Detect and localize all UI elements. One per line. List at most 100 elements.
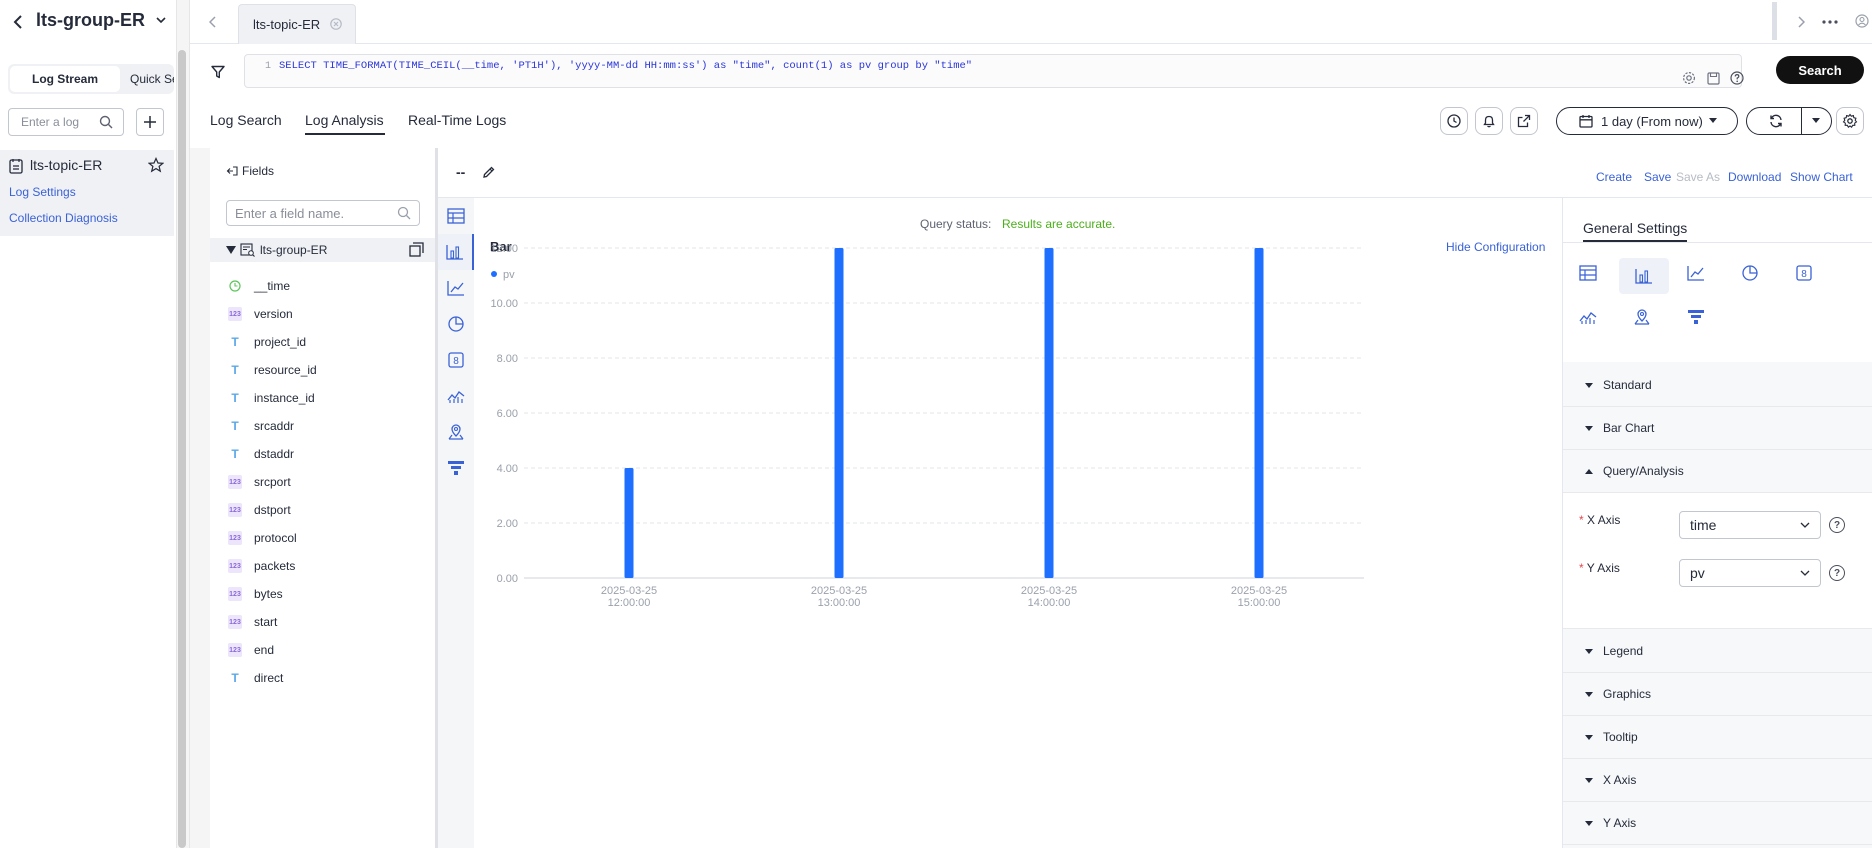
config-type-table[interactable] <box>1573 258 1603 288</box>
field-item[interactable]: __time <box>228 272 428 300</box>
copy-icon[interactable] <box>409 242 424 260</box>
log-search-field[interactable]: Enter a log <box>8 108 124 136</box>
y-tick-label: 8.00 <box>497 353 518 365</box>
field-item[interactable]: 123 bytes <box>228 580 428 608</box>
query-settings-icon[interactable] <box>1681 70 1697 86</box>
field-name: dstport <box>254 503 291 517</box>
map-chart-type[interactable] <box>438 414 474 450</box>
tab-bar-scrollbar[interactable] <box>1772 2 1777 40</box>
x-axis-select[interactable]: time <box>1679 511 1821 539</box>
chevron-down-icon[interactable] <box>154 12 168 28</box>
config-type-number[interactable]: 8 <box>1789 258 1819 288</box>
y-axis-help-icon[interactable]: ? <box>1829 565 1845 581</box>
funnel-chart-type[interactable] <box>438 450 474 486</box>
field-item[interactable]: 123 end <box>228 636 428 664</box>
stream-item-selected[interactable]: lts-topic-ER Log Settings Collection Dia… <box>0 150 174 236</box>
field-item[interactable]: 123 packets <box>228 552 428 580</box>
field-item[interactable]: 123 version <box>228 300 428 328</box>
hide-configuration-link[interactable]: Hide Configuration <box>1446 240 1545 254</box>
y-axis-select[interactable]: pv <box>1679 559 1821 587</box>
table-chart-type[interactable] <box>438 198 474 234</box>
query-editor[interactable]: 1 SELECT TIME_FORMAT(TIME_CEIL(__time, '… <box>244 54 1745 88</box>
section-graphics[interactable]: Graphics <box>1563 673 1872 716</box>
add-stream-button[interactable] <box>136 108 164 136</box>
collection-diagnosis-link[interactable]: Collection Diagnosis <box>9 211 118 225</box>
bar[interactable] <box>624 468 634 578</box>
tab-real-time-logs[interactable]: Real-Time Logs <box>408 112 506 128</box>
section-x-axis[interactable]: X Axis <box>1563 759 1872 802</box>
back-icon[interactable] <box>10 12 26 32</box>
save-query-icon[interactable] <box>1705 70 1721 86</box>
bar-chart-type[interactable] <box>438 234 474 270</box>
refresh-options-icon[interactable] <box>1807 115 1825 127</box>
field-item[interactable]: Tdstaddr <box>228 440 428 468</box>
config-type-map[interactable] <box>1627 302 1657 332</box>
field-name: packets <box>254 559 296 573</box>
config-type-trend[interactable] <box>1573 302 1603 332</box>
general-settings-title[interactable]: General Settings <box>1583 220 1687 236</box>
pie-chart-type[interactable] <box>438 306 474 342</box>
tab-lts-topic[interactable]: lts-topic-ER <box>238 4 356 44</box>
field-search-input[interactable]: Enter a field name. <box>226 200 420 226</box>
bar[interactable] <box>834 248 844 578</box>
refresh-icon[interactable] <box>1757 112 1795 130</box>
fields-header[interactable]: Fields <box>226 164 274 178</box>
edit-icon[interactable] <box>482 165 496 182</box>
section-standard[interactable]: Standard <box>1563 364 1872 407</box>
query-text[interactable]: SELECT TIME_FORMAT(TIME_CEIL(__time, 'PT… <box>279 60 972 72</box>
y-axis-value: pv <box>1690 565 1705 581</box>
field-item[interactable]: 123 dstport <box>228 496 428 524</box>
field-item[interactable]: 123 protocol <box>228 524 428 552</box>
close-tab-icon[interactable] <box>329 17 343 31</box>
alarm-button[interactable] <box>1475 107 1503 135</box>
section-tooltip[interactable]: Tooltip <box>1563 716 1872 759</box>
field-item[interactable]: Tresource_id <box>228 356 428 384</box>
tab-log-stream[interactable]: Log Stream <box>10 66 120 92</box>
log-settings-link[interactable]: Log Settings <box>9 185 76 199</box>
bar-chart-icon <box>1635 269 1652 284</box>
config-type-bar[interactable] <box>1619 258 1669 294</box>
save-link[interactable]: Save <box>1644 170 1671 184</box>
search-button[interactable]: Search <box>1776 56 1864 84</box>
share-button[interactable] <box>1510 107 1538 135</box>
time-range-picker[interactable]: 1 day (From now) <box>1556 107 1738 135</box>
field-item[interactable]: Tsrcaddr <box>228 412 428 440</box>
section-query-analysis[interactable]: Query/Analysis <box>1563 450 1872 493</box>
section-bar-chart[interactable]: Bar Chart <box>1563 407 1872 450</box>
download-link[interactable]: Download <box>1728 170 1781 184</box>
query-help-icon[interactable] <box>1729 70 1745 86</box>
field-item[interactable]: 123 srcport <box>228 468 428 496</box>
y-tick-label: 6.00 <box>497 408 518 420</box>
star-icon[interactable] <box>147 157 165 176</box>
chart-legend[interactable]: pv <box>491 269 515 281</box>
tab-quick-search[interactable]: Quick Search <box>122 66 174 92</box>
tab-log-search[interactable]: Log Search <box>210 112 282 128</box>
config-type-line[interactable] <box>1681 258 1711 288</box>
left-scrollbar[interactable] <box>178 50 186 848</box>
create-link[interactable]: Create <box>1596 170 1632 184</box>
bar[interactable] <box>1254 248 1264 578</box>
line-chart-type[interactable] <box>438 270 474 306</box>
field-item[interactable]: Tdirect <box>228 664 428 692</box>
config-type-funnel[interactable] <box>1681 302 1711 332</box>
section-legend[interactable]: Legend <box>1563 630 1872 673</box>
section-y-axis[interactable]: Y Axis <box>1563 802 1872 845</box>
show-chart-link[interactable]: Show Chart <box>1790 170 1853 184</box>
bar[interactable] <box>1044 248 1054 578</box>
field-item[interactable]: Tinstance_id <box>228 384 428 412</box>
more-icon[interactable] <box>1820 14 1840 30</box>
history-button[interactable] <box>1440 107 1468 135</box>
user-icon[interactable] <box>1854 12 1870 30</box>
view-settings-button[interactable] <box>1836 107 1864 135</box>
tab-scroll-left-icon[interactable] <box>206 14 220 30</box>
tab-scroll-right-icon[interactable] <box>1794 14 1808 30</box>
field-group-row[interactable]: lts-group-ER <box>210 238 436 262</box>
number-chart-type[interactable]: 8 <box>438 342 474 378</box>
config-type-pie[interactable] <box>1735 258 1765 288</box>
field-item[interactable]: Tproject_id <box>228 328 428 356</box>
x-axis-help-icon[interactable]: ? <box>1829 517 1845 533</box>
tab-log-analysis[interactable]: Log Analysis <box>305 112 384 128</box>
trend-chart-type[interactable] <box>438 378 474 414</box>
filter-icon[interactable] <box>210 64 226 80</box>
field-item[interactable]: 123 start <box>228 608 428 636</box>
